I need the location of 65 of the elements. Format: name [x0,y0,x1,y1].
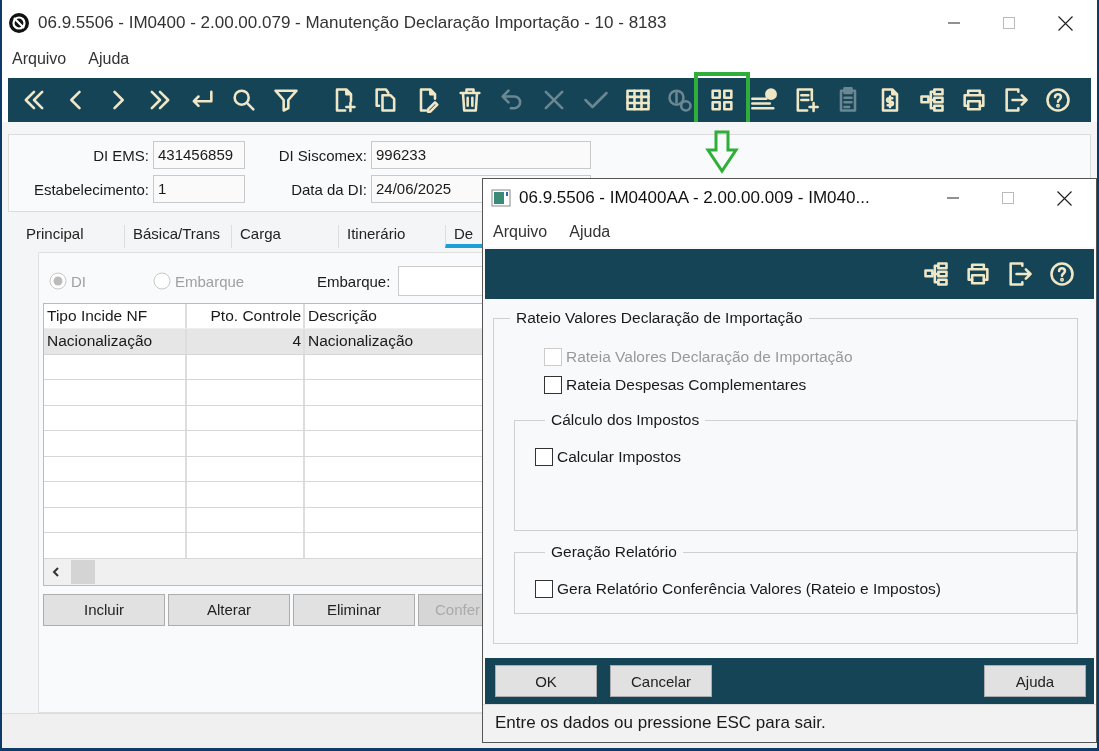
checkbox[interactable] [535,448,553,466]
group-title: Rateio Valores Declaração de Importação [515,309,804,327]
print-icon [964,260,992,288]
down-arrow [705,130,739,174]
exit-icon [1006,260,1034,288]
tab[interactable]: Principal [18,225,124,248]
checkbox-label: Rateia Despesas Complementares [566,376,807,394]
scrollbar[interactable] [44,558,482,585]
menu-item[interactable]: Ajuda [88,50,130,68]
button[interactable]: Ajuda [984,665,1086,697]
tab[interactable]: Carga [231,225,338,248]
coin-question-icon [666,86,694,114]
radio-label: DI [71,272,86,290]
table-row[interactable]: Nacionalização 4 Nacionalização [44,329,482,355]
group-title: Cálculo dos Impostos [550,411,701,429]
app-icon [491,189,511,207]
input-field[interactable]: 431456859 [153,141,245,169]
filter-icon [272,86,300,114]
group-title: Geração Relatório [550,543,678,561]
table-cell: Nacionalização [44,329,187,354]
button[interactable]: Cancelar [610,665,712,697]
table-cell-text: Nacionalização [307,331,415,351]
checkbox-label: Gera Relatório Conferência Valores (Rateio e Impostos) [557,580,941,598]
radio-label: Embarque [175,272,245,290]
search-icon [230,86,258,114]
hierarchy-icon [918,86,946,114]
grid-icon [624,86,652,114]
scroll-thumb[interactable] [71,559,95,584]
button[interactable]: Eliminar [293,593,415,626]
help-icon [1048,260,1076,288]
button[interactable]: Alterar [168,593,290,626]
table-cell: 4 [187,329,305,354]
field-label: DI EMS: [92,146,149,164]
button[interactable]: OK [495,665,597,697]
checkbox[interactable] [544,376,562,394]
field-label: Embarque: [317,272,391,290]
checkbox[interactable] [535,580,553,598]
close-icon [1057,190,1072,206]
tab[interactable]: Itinerário [338,225,445,248]
field-label: Data da DI: [290,180,367,198]
exit-icon [1002,86,1030,114]
print-icon [960,86,988,114]
window-title: 06.9.5506 - IM0400 - 2.00.00.079 - Manutenção Declaração Importação - 10 - 8183 [38,13,667,33]
minimize-icon [948,22,960,24]
menu-item[interactable]: Arquivo [12,50,67,68]
four-squares-icon [708,86,736,114]
checkbox-label: Calcular Impostos [557,448,682,466]
maximize-icon [1002,192,1014,204]
checkbox-label: Rateia Valores Declaração de Importação [566,348,853,366]
minimize-icon [947,197,959,199]
menu-item[interactable]: Arquivo [493,223,548,241]
status-bar: Entre os dados ou pressione ESC para sair. [483,704,1096,742]
field-label: DI Siscomex: [277,146,367,164]
input-field[interactable]: 1 [153,175,245,203]
field-label: Estabelecimento: [32,180,149,198]
maximize-icon [1003,17,1015,29]
menu-item[interactable]: Ajuda [569,223,611,241]
logo-icon [8,12,30,34]
close-icon [1058,15,1073,31]
button[interactable]: Incluir [43,593,165,626]
hierarchy-icon [922,260,950,288]
column-header[interactable]: Descrição [305,304,482,328]
help-icon [1044,86,1072,114]
input-field[interactable]: 996233 [371,141,591,169]
tab[interactable]: Básica/Trans [124,225,231,248]
